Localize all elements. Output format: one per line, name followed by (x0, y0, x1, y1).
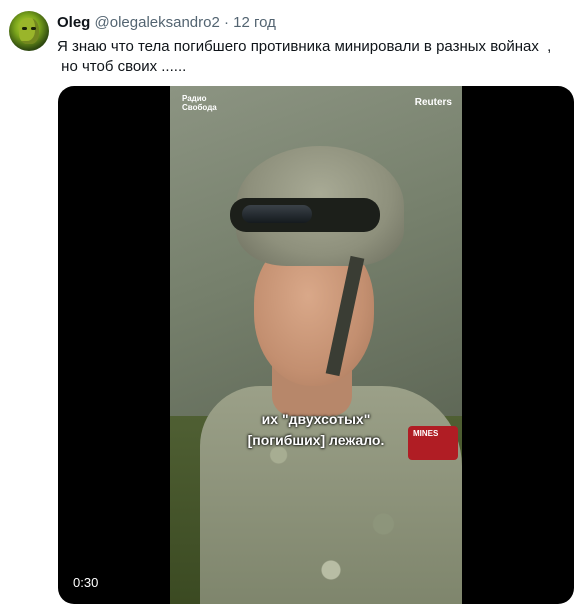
video-subtitle-line-1: их "двухсотых" (261, 411, 371, 427)
tweet-text-line: но чтоб своих ...... (57, 58, 187, 75)
tweet-timestamp[interactable]: 12 год (233, 14, 276, 31)
video-frame: MINES Радио Свобода Reuters их "двухсоты… (170, 86, 462, 604)
separator-dot: · (224, 14, 229, 31)
tweet[interactable]: Oleg @olegaleksandro2 · 12 год Я знаю чт… (0, 0, 583, 614)
video-player[interactable]: MINES Радио Свобода Reuters их "двухсоты… (58, 86, 574, 604)
tweet-text-line: Я знаю что тела погибшего противника мин… (57, 38, 552, 55)
author-handle[interactable]: @olegaleksandro2 (95, 14, 220, 31)
radio-svoboda-logo: Радио Свобода (182, 94, 217, 112)
tweet-text: Я знаю что тела погибшего противника мин… (57, 37, 572, 77)
author-name[interactable]: Oleg (57, 14, 90, 31)
reuters-watermark: Reuters (414, 97, 452, 108)
video-subtitle-line-2: [погибших] лежало. (247, 432, 385, 448)
tweet-header: Oleg @olegaleksandro2 · 12 год (57, 14, 276, 32)
author-avatar[interactable] (9, 11, 49, 51)
video-timer: 0:30 (73, 575, 99, 590)
